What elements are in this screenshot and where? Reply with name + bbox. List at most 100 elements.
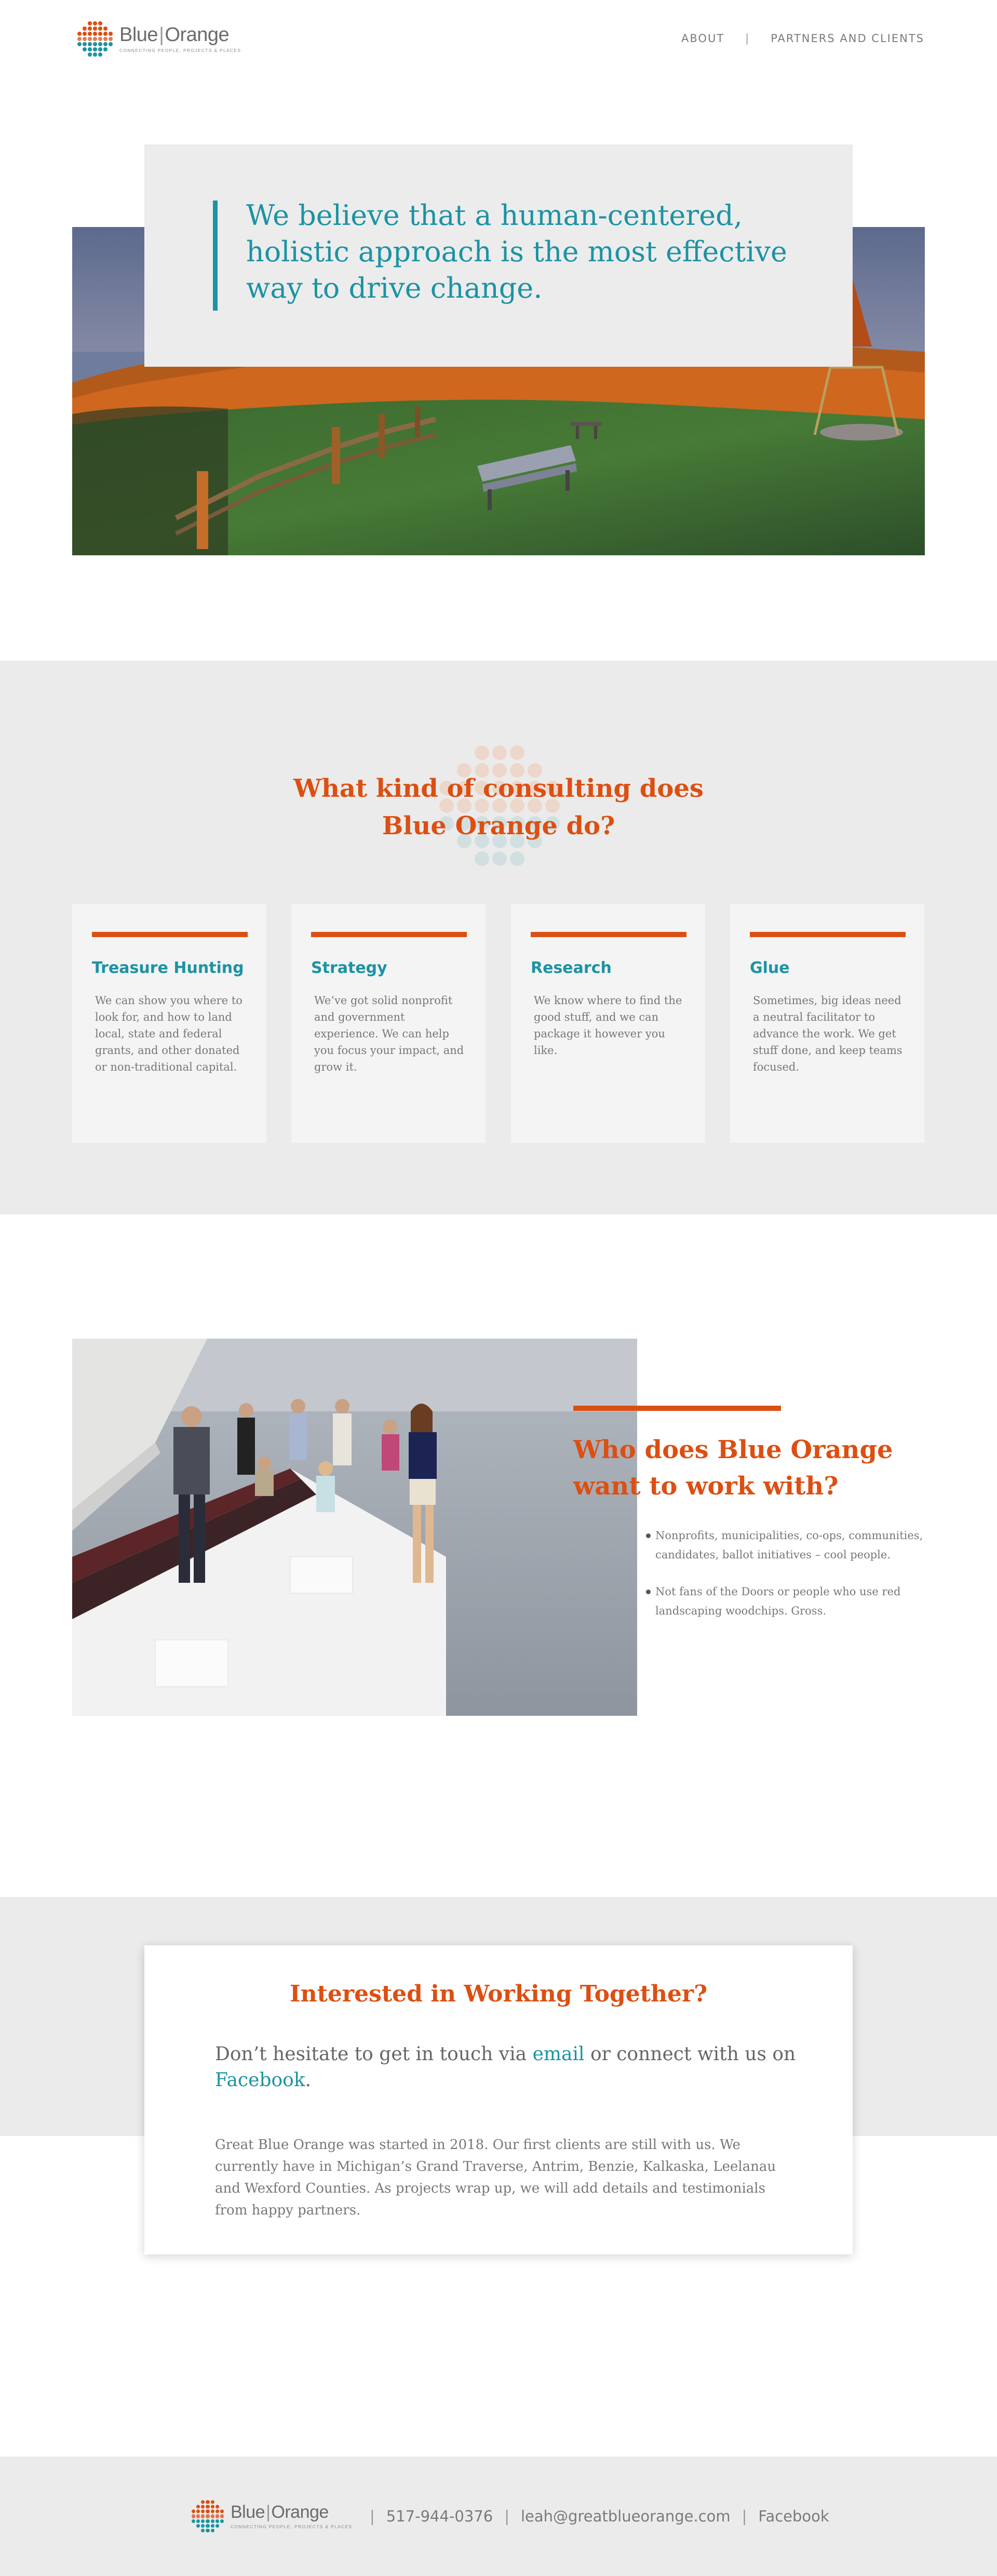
logo-dot bbox=[109, 42, 113, 46]
logo-dot bbox=[109, 32, 113, 36]
logo-dot bbox=[201, 2500, 205, 2504]
team-on-boat-photo bbox=[72, 1339, 637, 1716]
who-list-item: Nonprofits, municipalities, co-ops, comm… bbox=[646, 1526, 925, 1565]
logo-dot bbox=[201, 2519, 205, 2523]
brand-logo[interactable]: Blue|Orange CONNECTING PEOPLE, PROJECTS … bbox=[77, 21, 241, 57]
nav-link-partners-and-clients[interactable]: PARTNERS AND CLIENTS bbox=[771, 32, 924, 45]
logo-dot bbox=[88, 26, 92, 31]
logo-dot bbox=[93, 37, 97, 41]
logo-dot bbox=[196, 2524, 200, 2528]
logo-word-separator: | bbox=[266, 2502, 271, 2522]
service-card-strategy: Strategy We’ve got solid nonprofit and g… bbox=[291, 904, 486, 1143]
logo-dot bbox=[196, 2514, 200, 2518]
footer-brand-logo[interactable]: Blue|Orange CONNECTING PEOPLE, PROJECTS … bbox=[191, 2500, 352, 2533]
logo-word-separator: | bbox=[159, 24, 164, 46]
logo-dot bbox=[77, 42, 82, 46]
card-accent-bar bbox=[92, 932, 248, 937]
logo-dot bbox=[98, 37, 102, 41]
watermark-dot bbox=[492, 851, 507, 866]
nav-link-about[interactable]: ABOUT bbox=[681, 32, 724, 45]
logo-dot bbox=[103, 26, 107, 31]
logo-dot bbox=[103, 32, 107, 36]
who-accent-bar bbox=[573, 1406, 781, 1411]
footer-email-link[interactable]: leah@greatblueorange.com bbox=[521, 2507, 731, 2525]
logo-dot bbox=[88, 42, 92, 46]
logo-dot bbox=[93, 42, 97, 46]
logo-dot bbox=[206, 2514, 210, 2518]
logo-dot bbox=[93, 47, 97, 51]
logo-dot bbox=[83, 32, 87, 36]
card-accent-bar bbox=[750, 932, 906, 937]
dot-grid-logo-icon bbox=[191, 2500, 224, 2533]
logo-dot bbox=[201, 2528, 205, 2532]
logo-dot bbox=[215, 2524, 219, 2528]
contact-card: Interested in Working Together? Don’t he… bbox=[144, 1945, 853, 2254]
service-card-treasure-hunting: Treasure Hunting We can show you where t… bbox=[72, 904, 266, 1143]
logo-dot bbox=[88, 47, 92, 51]
logo-dot bbox=[98, 26, 102, 31]
card-accent-bar bbox=[531, 932, 686, 937]
logo-dot bbox=[77, 32, 82, 36]
logo-dot bbox=[88, 21, 92, 25]
card-text: We’ve got solid nonprofit and government… bbox=[314, 994, 464, 1073]
watermark-dot bbox=[510, 745, 524, 760]
logo-dot bbox=[210, 2505, 214, 2509]
logo-dot bbox=[83, 26, 87, 31]
logo-dot bbox=[93, 26, 97, 31]
logo-word-blue: Blue bbox=[119, 24, 158, 46]
services-title: What kind of consulting does Blue Orange… bbox=[293, 774, 704, 840]
logo-dot bbox=[206, 2510, 210, 2514]
footer-phone-link[interactable]: 517-944-0376 bbox=[386, 2507, 493, 2525]
logo-dot bbox=[196, 2510, 200, 2514]
logo-dot bbox=[98, 42, 102, 46]
logo-wordmark: Blue|Orange bbox=[231, 2503, 352, 2521]
logo-tagline: CONNECTING PEOPLE, PROJECTS & PLACES bbox=[231, 2524, 353, 2529]
contact-lead: Don’t hesitate to get in touch via email… bbox=[215, 2041, 797, 2093]
contact-lead-text: . bbox=[305, 2070, 312, 2091]
nav-divider: | bbox=[745, 32, 750, 45]
watermark-dot bbox=[492, 745, 507, 760]
footer-divider: | bbox=[742, 2507, 747, 2525]
logo-dot bbox=[201, 2505, 205, 2509]
watermark-dot bbox=[510, 851, 524, 866]
card-title: Strategy bbox=[311, 959, 387, 977]
service-card-research: Research We know where to find the good … bbox=[511, 904, 705, 1143]
card-text: We know where to find the good stuff, an… bbox=[534, 994, 682, 1057]
logo-dot bbox=[192, 2519, 196, 2523]
logo-wordmark: Blue|Orange bbox=[119, 25, 241, 45]
logo-word-orange: Orange bbox=[165, 24, 230, 46]
logo-dot bbox=[109, 37, 113, 41]
logo-dot bbox=[206, 2500, 210, 2504]
logo-dot bbox=[88, 37, 92, 41]
logo-tagline: CONNECTING PEOPLE, PROJECTS & PLACES bbox=[119, 48, 241, 53]
logo-dot bbox=[77, 37, 82, 41]
card-title: Treasure Hunting bbox=[92, 959, 244, 977]
watermark-dot bbox=[475, 745, 489, 760]
footer-facebook-link[interactable]: Facebook bbox=[758, 2507, 829, 2525]
logo-dot bbox=[98, 52, 102, 57]
contact-lead-text: or connect with us on bbox=[584, 2044, 796, 2065]
site-header: Blue|Orange CONNECTING PEOPLE, PROJECTS … bbox=[0, 0, 997, 83]
logo-dot bbox=[196, 2505, 200, 2509]
logo-dot bbox=[93, 21, 97, 25]
logo-dot bbox=[206, 2519, 210, 2523]
logo-dot bbox=[210, 2510, 214, 2514]
logo-text: Blue|Orange CONNECTING PEOPLE, PROJECTS … bbox=[119, 25, 241, 53]
logo-dot bbox=[88, 32, 92, 36]
card-title: Research bbox=[531, 959, 612, 977]
card-text: Sometimes, big ideas need a neutral faci… bbox=[753, 994, 902, 1073]
facebook-link[interactable]: Facebook bbox=[215, 2070, 305, 2091]
logo-dot bbox=[93, 52, 97, 57]
logo-dot bbox=[103, 42, 107, 46]
logo-dot bbox=[98, 32, 102, 36]
footer-contact-links: | 517-944-0376 | leah@greatblueorange.co… bbox=[358, 2507, 829, 2525]
contact-lead-text: Don’t hesitate to get in touch via bbox=[215, 2044, 533, 2065]
hero-quote-text: We believe that a human-centered, holist… bbox=[246, 199, 787, 304]
contact-body-text: Great Blue Orange was started in 2018. O… bbox=[215, 2137, 776, 2218]
logo-dot bbox=[215, 2510, 219, 2514]
hero-quote-box: We believe that a human-centered, holist… bbox=[144, 144, 853, 367]
service-card-glue: Glue Sometimes, big ideas need a neutral… bbox=[730, 904, 924, 1143]
email-link[interactable]: email bbox=[533, 2044, 585, 2065]
logo-dot bbox=[103, 37, 107, 41]
main-nav: ABOUT | PARTNERS AND CLIENTS bbox=[681, 32, 924, 45]
